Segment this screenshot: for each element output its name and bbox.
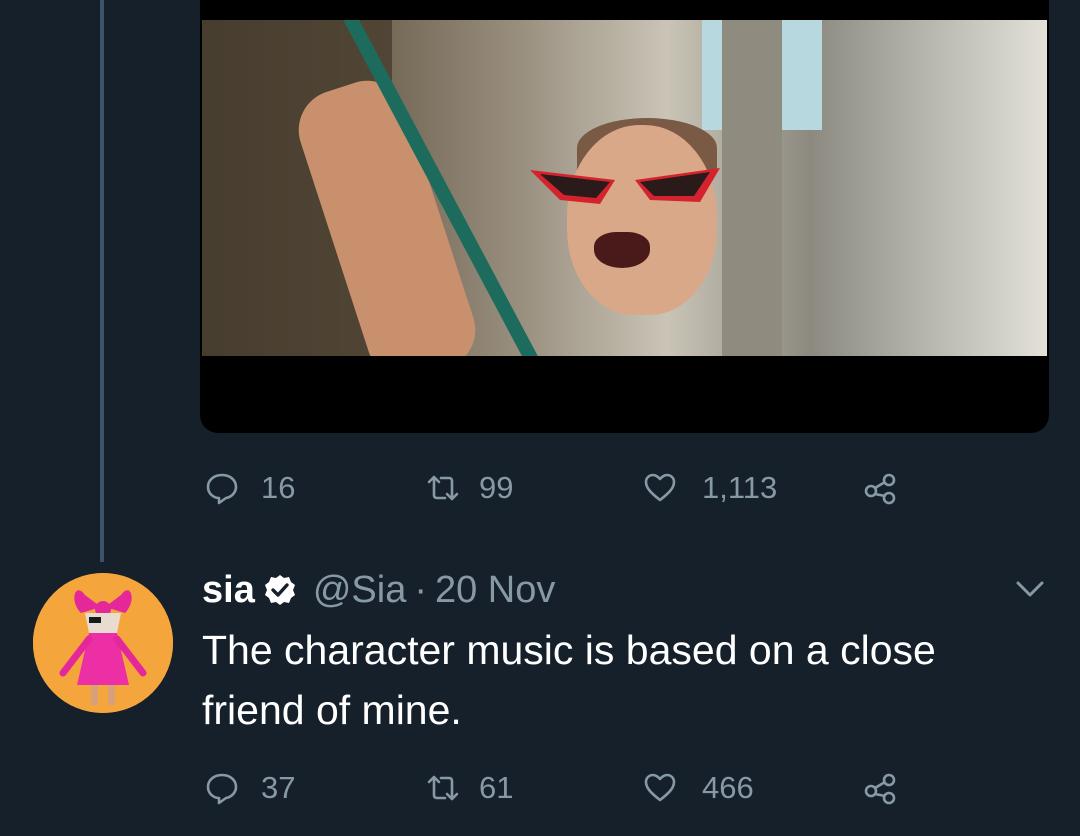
reply-action[interactable]: 37 (205, 768, 295, 808)
tweet-date[interactable]: 20 Nov (435, 569, 555, 612)
like-count: 1,113 (702, 470, 778, 505)
retweet-icon (427, 775, 459, 801)
like-icon (644, 773, 676, 802)
reply-icon (206, 773, 238, 805)
reply-count: 16 (261, 470, 296, 505)
tweet-header: sia @Sia · 20 Nov (202, 565, 555, 615)
like-count: 466 (702, 770, 754, 805)
reply-icon (206, 473, 238, 505)
thread-connector-line (100, 0, 104, 562)
like-action[interactable]: 1,113 (640, 468, 777, 508)
retweet-action[interactable]: 99 (423, 468, 513, 508)
tweet-media-video[interactable] (200, 0, 1049, 433)
verified-badge-icon (264, 575, 295, 605)
header-separator: · (414, 568, 427, 611)
chevron-down-icon[interactable] (1010, 575, 1050, 605)
retweet-count: 61 (479, 770, 514, 805)
reply-action[interactable]: 16 (205, 468, 295, 508)
share-icon (864, 473, 896, 505)
avatar[interactable] (33, 573, 173, 713)
scene-pole (722, 20, 782, 356)
retweet-icon (427, 475, 459, 501)
share-icon (864, 773, 896, 805)
video-frame[interactable] (202, 20, 1047, 356)
scene-sunglasses (530, 168, 720, 204)
user-handle[interactable]: @Sia (313, 569, 407, 612)
like-action[interactable]: 466 (640, 768, 754, 808)
retweet-action[interactable]: 61 (423, 768, 513, 808)
reply-count: 37 (261, 770, 296, 805)
share-action[interactable] (860, 468, 900, 508)
avatar-image (33, 573, 173, 713)
retweet-count: 99 (479, 470, 514, 505)
like-icon (644, 473, 676, 502)
share-action[interactable] (860, 768, 900, 808)
tweet-text: The character music is based on a close … (202, 627, 936, 733)
display-name[interactable]: sia (202, 569, 255, 612)
scene-face (567, 125, 717, 315)
scene-mouth (594, 232, 650, 268)
